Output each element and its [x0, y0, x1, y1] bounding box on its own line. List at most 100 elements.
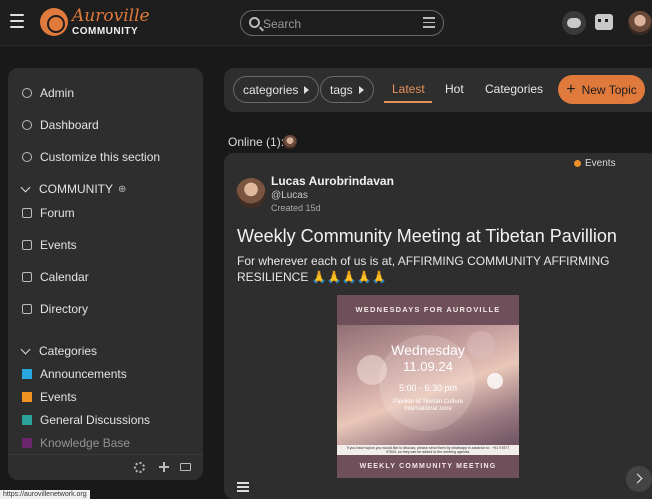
- topic-excerpt-text: For wherever each of us is at, AFFIRMING…: [237, 254, 610, 284]
- tab-hot[interactable]: Hot: [445, 82, 464, 96]
- categories-section-toggle[interactable]: Categories: [20, 342, 98, 360]
- sidebar-category-events[interactable]: Events: [22, 388, 77, 406]
- chevron-down-icon: [20, 182, 31, 193]
- calendar-icon: [22, 272, 32, 282]
- calendar-icon: [22, 240, 32, 250]
- poster-time: 5:00 - 6:30 pm: [398, 383, 458, 393]
- caret-right-icon: [304, 85, 310, 94]
- address-book-icon: [22, 304, 32, 314]
- poster-venue: Pavilion of Tibetan Culture Internationa…: [337, 399, 519, 413]
- logo-subtitle[interactable]: COMMUNITY: [72, 26, 138, 37]
- poster-venue-line: International zone: [404, 406, 452, 412]
- browser-status-url: https://aurovillenetwork.org: [0, 490, 90, 499]
- categories-heading: Categories: [39, 344, 98, 358]
- categories-dropdown[interactable]: categories: [233, 76, 320, 103]
- list-icon-line: [237, 482, 249, 484]
- active-tab-indicator: [384, 101, 432, 103]
- new-topic-button[interactable]: + New Topic: [558, 75, 645, 104]
- forum-icon: [22, 208, 32, 218]
- tab-categories[interactable]: Categories: [485, 82, 543, 96]
- category-color-swatch: [22, 438, 32, 448]
- sidebar-category-announcements[interactable]: Announcements: [22, 365, 127, 383]
- categories-dropdown-label: categories: [243, 82, 299, 97]
- topic-excerpt: For wherever each of us is at, AFFIRMING…: [237, 253, 627, 285]
- topic-navigation: categories tags Latest Hot Categories + …: [224, 68, 652, 112]
- filter-sliders-icon[interactable]: [423, 17, 435, 29]
- hamburger-menu-icon[interactable]: [10, 14, 24, 28]
- poster-day: Wednesday: [391, 342, 465, 358]
- sidebar-item-label: Directory: [40, 302, 89, 316]
- sidebar: Admin Dashboard Customize this section C…: [8, 68, 203, 480]
- poster-date: 11.09.24: [403, 359, 453, 374]
- user-avatar[interactable]: [628, 11, 652, 35]
- sidebar-item-label: Admin: [40, 86, 75, 100]
- sidebar-item-admin[interactable]: Admin: [22, 84, 74, 102]
- keyboard-icon[interactable]: [180, 463, 191, 471]
- sidebar-item-label: Announcements: [40, 367, 127, 381]
- category-color-swatch: [22, 369, 32, 379]
- plus-icon: +: [566, 80, 576, 98]
- top-header: Auroville COMMUNITY: [0, 0, 652, 46]
- category-badge[interactable]: Events: [574, 158, 616, 169]
- search-input[interactable]: [263, 15, 413, 33]
- praying-hands-emoji: 🙏🙏🙏🙏🙏: [311, 270, 387, 284]
- new-topic-label: New Topic: [581, 82, 637, 97]
- sidebar-item-customize[interactable]: Customize this section: [22, 148, 160, 166]
- online-users-label: Online (1):: [228, 135, 285, 149]
- tags-dropdown-label: tags: [330, 82, 353, 97]
- sidebar-category-general-discussions[interactable]: General Discussions: [22, 411, 150, 429]
- sidebar-item-label: Knowledge Base: [40, 436, 131, 450]
- category-badge-label: Events: [585, 158, 616, 169]
- add-section-icon[interactable]: [159, 462, 169, 472]
- poster-note: If you have topics you would like to dis…: [346, 446, 510, 454]
- logo-title[interactable]: Auroville: [72, 6, 150, 26]
- sidebar-item-directory[interactable]: Directory: [22, 300, 88, 318]
- search-icon: [249, 17, 260, 28]
- sidebar-category-knowledge-base[interactable]: Knowledge Base: [22, 434, 130, 452]
- author-name[interactable]: Lucas Aurobrindavan: [271, 174, 394, 188]
- tab-latest[interactable]: Latest: [392, 82, 425, 96]
- auroville-logo-icon[interactable]: [40, 8, 68, 36]
- event-poster-image[interactable]: WEDNESDAYS FOR AUROVILLE Wednesday 11.09…: [337, 295, 519, 478]
- chat-icon[interactable]: [562, 11, 586, 35]
- sidebar-item-dashboard[interactable]: Dashboard: [22, 116, 99, 134]
- sidebar-item-events[interactable]: Events: [22, 236, 77, 254]
- sidebar-item-label: General Discussions: [40, 413, 151, 427]
- anchor-icon: [22, 120, 32, 130]
- topic-title[interactable]: Weekly Community Meeting at Tibetan Pavi…: [237, 226, 617, 247]
- poster-venue-line: Pavilion of Tibetan Culture: [392, 399, 464, 405]
- topic-list-toggle-button[interactable]: [228, 474, 258, 499]
- community-section-toggle[interactable]: COMMUNITY ⊕: [20, 180, 126, 198]
- search-bar[interactable]: [240, 10, 444, 36]
- post-created-date: Created 15d: [271, 203, 321, 213]
- author-avatar[interactable]: [236, 178, 266, 208]
- list-icon-line: [237, 490, 249, 492]
- sidebar-item-label: Forum: [40, 206, 75, 220]
- sidebar-item-label: Events: [40, 238, 77, 252]
- sidebar-item-label: Events: [40, 390, 77, 404]
- robot-icon[interactable]: [595, 14, 613, 30]
- sidebar-footer: [8, 454, 203, 480]
- sidebar-item-forum[interactable]: Forum: [22, 204, 75, 222]
- caret-right-icon: [358, 85, 364, 94]
- sidebar-item-calendar[interactable]: Calendar: [22, 268, 89, 286]
- wrench-icon: [22, 88, 32, 98]
- community-heading: COMMUNITY: [39, 182, 113, 196]
- chevron-down-icon: [20, 344, 31, 355]
- author-handle[interactable]: @Lucas: [271, 190, 308, 201]
- gear-icon[interactable]: [134, 462, 145, 473]
- topic-card[interactable]: Events Lucas Aurobrindavan @Lucas Create…: [224, 153, 652, 499]
- sidebar-item-label: Customize this section: [40, 150, 161, 164]
- category-color-swatch: [22, 392, 32, 402]
- tags-dropdown[interactable]: tags: [320, 76, 374, 103]
- next-arrow-button[interactable]: [626, 466, 652, 492]
- pencil-icon: [22, 152, 32, 162]
- list-icon-line: [237, 486, 249, 488]
- online-user-avatar[interactable]: [283, 135, 297, 149]
- poster-bottom-text: WEEKLY COMMUNITY MEETING: [359, 463, 497, 470]
- poster-top-text: WEDNESDAYS FOR AUROVILLE: [355, 305, 501, 314]
- sidebar-item-label: Dashboard: [40, 118, 99, 132]
- sidebar-item-label: Calendar: [40, 270, 89, 284]
- category-color-swatch: [22, 415, 32, 425]
- category-dot-icon: [574, 160, 581, 167]
